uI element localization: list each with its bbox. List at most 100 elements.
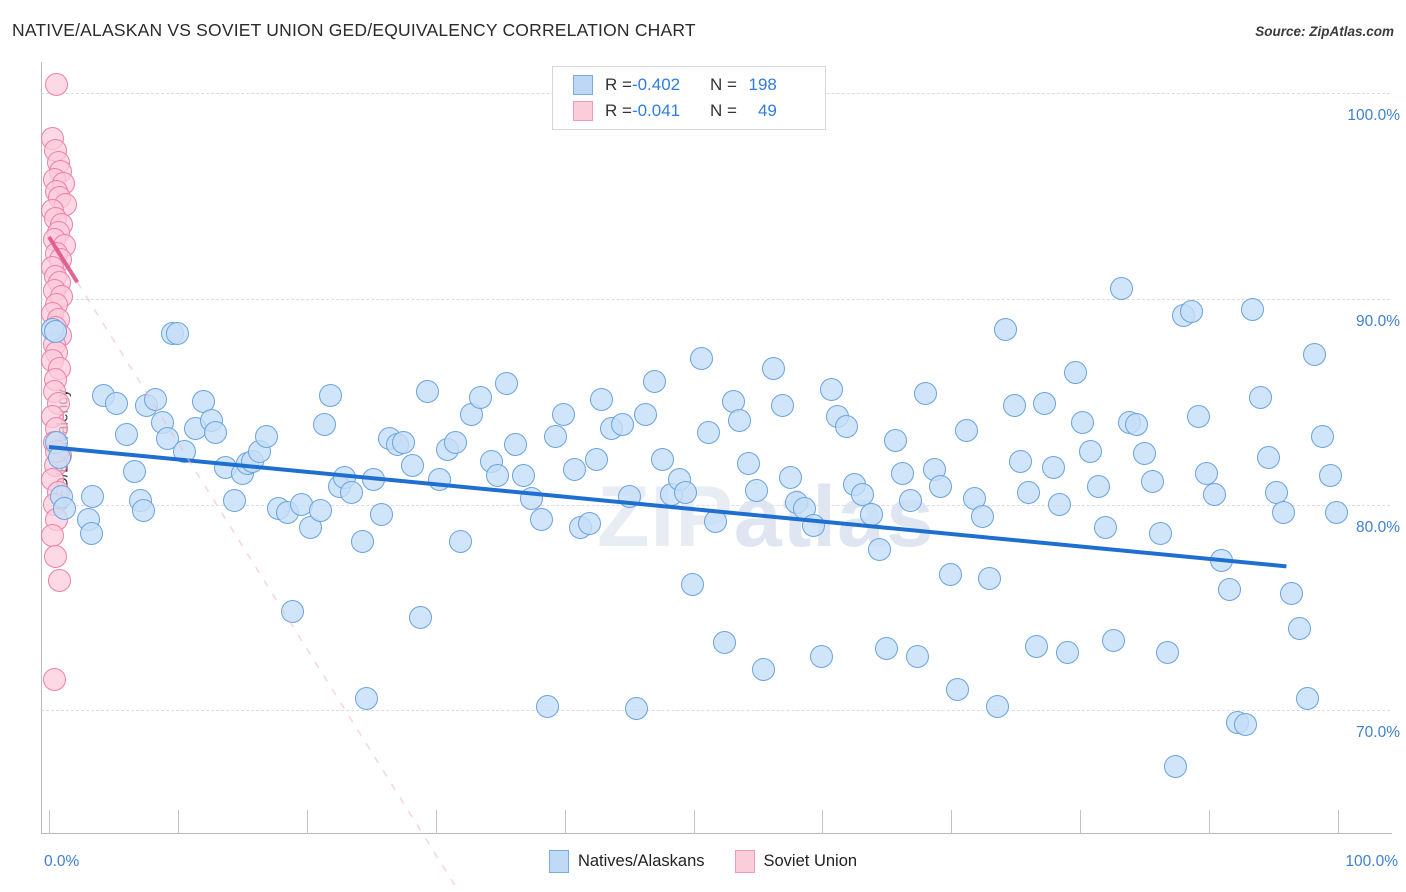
data-point[interactable] [172,439,196,463]
data-point[interactable] [43,544,67,568]
data-point[interactable] [80,521,104,545]
data-point[interactable] [859,503,883,527]
data-point[interactable] [1295,686,1319,710]
data-point[interactable] [362,468,386,492]
legend-item-natives[interactable]: Natives/Alaskans [548,850,705,873]
data-point[interactable] [551,402,575,426]
data-point[interactable] [1002,394,1026,418]
data-point[interactable] [978,567,1002,591]
data-point[interactable] [391,431,415,455]
data-point[interactable] [819,377,843,401]
data-point[interactable] [1024,635,1048,659]
data-point[interactable] [144,388,168,412]
data-point[interactable] [680,573,704,597]
data-point[interactable] [1094,515,1118,539]
data-point[interactable] [318,384,342,407]
data-point[interactable] [166,322,190,346]
data-point[interactable] [340,480,364,504]
data-point[interactable] [1048,493,1072,517]
data-point[interactable] [114,423,138,447]
data-point[interactable] [400,453,424,477]
data-point[interactable] [770,394,794,418]
data-point[interactable] [42,668,66,692]
data-point[interactable] [1272,501,1296,525]
data-point[interactable] [993,318,1017,342]
data-point[interactable] [651,447,675,471]
data-point[interactable] [1009,449,1033,473]
data-point[interactable] [469,386,493,410]
data-point[interactable] [1318,464,1342,488]
data-point[interactable] [408,606,432,630]
data-point[interactable] [617,484,641,508]
data-point[interactable] [1187,404,1211,428]
data-point[interactable] [929,474,953,498]
data-point[interactable] [47,445,71,469]
data-point[interactable] [1256,445,1280,469]
data-point[interactable] [563,458,587,482]
data-point[interactable] [104,392,128,416]
data-point[interactable] [1086,474,1110,498]
data-point[interactable] [1218,577,1242,601]
data-point[interactable] [643,369,667,393]
data-point[interactable] [801,513,825,537]
data-point[interactable] [416,379,440,403]
data-point[interactable] [689,346,713,370]
data-point[interactable] [1032,392,1056,416]
data-point[interactable] [1140,470,1164,494]
data-point[interactable] [809,645,833,669]
data-point[interactable] [43,320,67,344]
data-point[interactable] [122,460,146,484]
data-point[interactable] [611,412,635,436]
data-point[interactable] [1017,480,1041,504]
data-point[interactable] [536,694,560,718]
data-point[interactable] [1063,361,1087,385]
data-point[interactable] [519,486,543,510]
data-point[interactable] [761,357,785,381]
data-point[interactable] [1179,299,1203,323]
data-point[interactable] [255,425,279,449]
data-point[interactable] [1249,386,1273,410]
data-point[interactable] [778,466,802,490]
data-point[interactable] [448,530,472,554]
data-point[interactable] [370,503,394,527]
data-point[interactable] [625,696,649,720]
data-point[interactable] [986,694,1010,718]
data-point[interactable] [634,402,658,426]
data-point[interactable] [529,507,553,531]
data-point[interactable] [1041,456,1065,480]
data-point[interactable] [712,631,736,655]
data-point[interactable] [1055,641,1079,665]
data-point[interactable] [835,414,859,438]
data-point[interactable] [223,488,247,512]
data-point[interactable] [1133,441,1157,465]
data-point[interactable] [354,686,378,710]
data-point[interactable] [875,637,899,661]
data-point[interactable] [52,497,76,521]
data-point[interactable] [41,523,65,547]
data-point[interactable] [1202,482,1226,506]
data-point[interactable] [1109,276,1133,300]
data-point[interactable] [544,425,568,449]
data-point[interactable] [428,468,452,492]
data-point[interactable] [884,429,908,453]
data-point[interactable] [1303,342,1327,366]
data-point[interactable] [1325,501,1349,525]
data-point[interactable] [47,569,71,593]
data-point[interactable] [898,488,922,512]
data-point[interactable] [703,509,727,533]
data-point[interactable] [281,600,305,624]
data-point[interactable] [867,538,891,562]
data-point[interactable] [1311,425,1335,449]
data-point[interactable] [890,462,914,486]
data-point[interactable] [443,431,467,455]
data-point[interactable] [737,451,761,475]
data-point[interactable] [1241,297,1265,321]
data-point[interactable] [309,499,333,523]
data-point[interactable] [511,464,535,488]
data-point[interactable] [1233,713,1257,737]
data-point[interactable] [1156,641,1180,665]
data-point[interactable] [131,499,155,523]
data-point[interactable] [674,480,698,504]
data-point[interactable] [1071,410,1095,434]
data-point[interactable] [1195,462,1219,486]
